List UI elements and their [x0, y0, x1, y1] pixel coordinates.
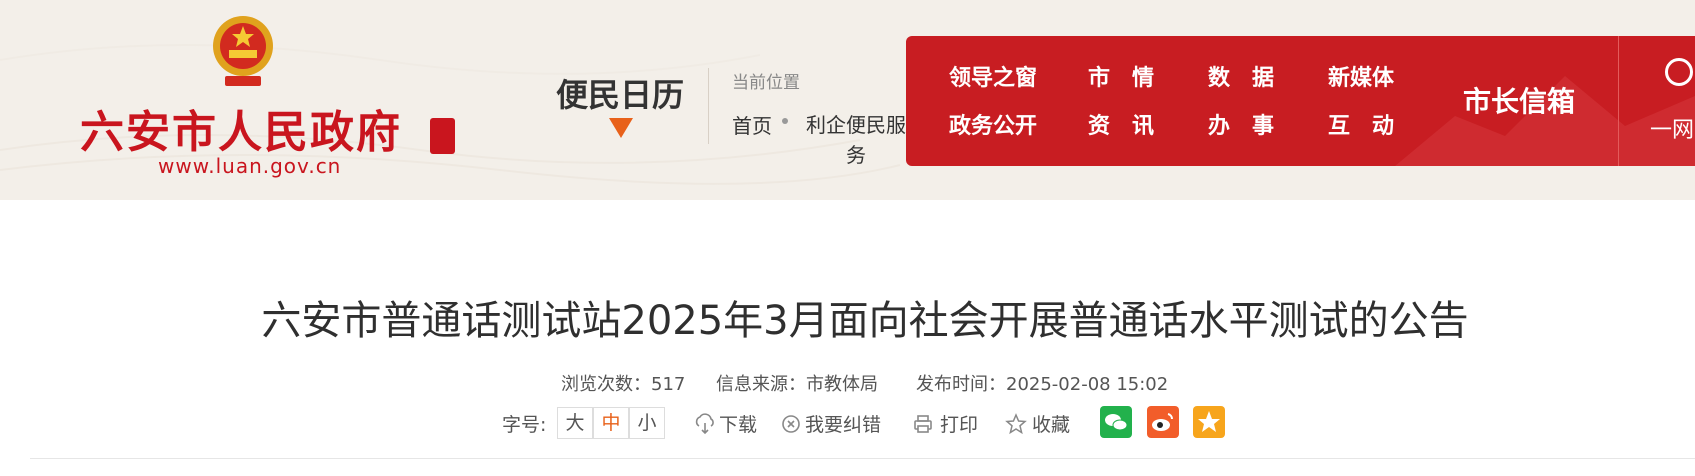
info-source-value: 市教体局 [806, 374, 878, 395]
info-source-label: 信息来源： [716, 374, 806, 395]
site-url[interactable]: www.luan.gov.cn [158, 154, 341, 178]
triangle-down-icon[interactable] [609, 118, 633, 138]
seal-icon [430, 118, 455, 154]
divider [708, 68, 709, 144]
print-button[interactable]: 打印 [940, 410, 978, 437]
weibo-icon[interactable] [1147, 406, 1179, 438]
nav-city-info[interactable]: 市 情 [1088, 60, 1154, 92]
qzone-glyph [1198, 411, 1220, 432]
breadcrumb-separator [782, 118, 788, 124]
article-title: 六安市普通话测试站2025年3月面向社会开展普通话水平测试的公告 [261, 298, 1469, 344]
report-error-button[interactable]: 我要纠错 [805, 410, 881, 437]
publish-time: 发布时间：2025-02-08 15:02 [916, 370, 1168, 396]
favorite-button[interactable]: 收藏 [1032, 410, 1070, 437]
qzone-icon[interactable] [1193, 406, 1225, 438]
nav-new-media[interactable]: 新媒体 [1328, 60, 1394, 92]
breadcrumb-home[interactable]: 首页 [732, 110, 772, 139]
main-nav: 领导之窗 市 情 数 据 新媒体 政务公开 资 讯 办 事 互 动 市长信箱 [906, 36, 1695, 166]
nav-leaders[interactable]: 领导之窗 [949, 60, 1037, 92]
site-header: 六安市人民政府 www.luan.gov.cn 便民日历 当前位置 首页 利企便… [0, 0, 1695, 200]
nav-divider [1618, 36, 1619, 166]
nav-interaction[interactable]: 互 动 [1328, 108, 1394, 140]
wechat-icon[interactable] [1100, 406, 1132, 438]
info-source: 信息来源：市教体局 [716, 370, 878, 396]
national-emblem-icon [213, 16, 273, 86]
view-count-label: 浏览次数： [561, 374, 651, 395]
nav-services[interactable]: 办 事 [1208, 108, 1274, 140]
calendar-button[interactable]: 便民日历 [556, 70, 684, 116]
print-icon[interactable] [912, 413, 934, 435]
nav-news[interactable]: 资 讯 [1088, 108, 1154, 140]
star-icon[interactable] [1005, 413, 1027, 435]
download-button[interactable]: 下载 [719, 410, 757, 437]
breadcrumb-current[interactable]: 利企便民服务 [806, 110, 906, 170]
weibo-glyph [1152, 413, 1173, 431]
nav-data[interactable]: 数 据 [1208, 60, 1274, 92]
location-label: 当前位置 [732, 73, 800, 93]
search-icon[interactable] [1665, 58, 1693, 86]
view-count: 浏览次数：517 [561, 370, 685, 396]
mayor-mailbox-link[interactable]: 市长信箱 [1463, 80, 1575, 120]
search-label[interactable]: 一网 [1650, 112, 1694, 144]
error-report-icon[interactable] [780, 413, 802, 435]
divider [30, 458, 1695, 459]
font-size-medium-button[interactable]: 中 [593, 407, 629, 439]
download-icon[interactable] [694, 413, 716, 435]
font-size-large-button[interactable]: 大 [557, 407, 593, 439]
site-name[interactable]: 六安市人民政府 [80, 96, 402, 160]
view-count-value: 517 [651, 374, 686, 395]
font-size-label: 字号: [502, 414, 547, 436]
font-size-small-button[interactable]: 小 [629, 407, 665, 439]
wechat-glyph [1105, 414, 1128, 431]
publish-time-label: 发布时间： [916, 374, 1006, 395]
nav-gov-affairs[interactable]: 政务公开 [949, 108, 1037, 140]
publish-time-value: 2025-02-08 15:02 [1006, 374, 1169, 395]
